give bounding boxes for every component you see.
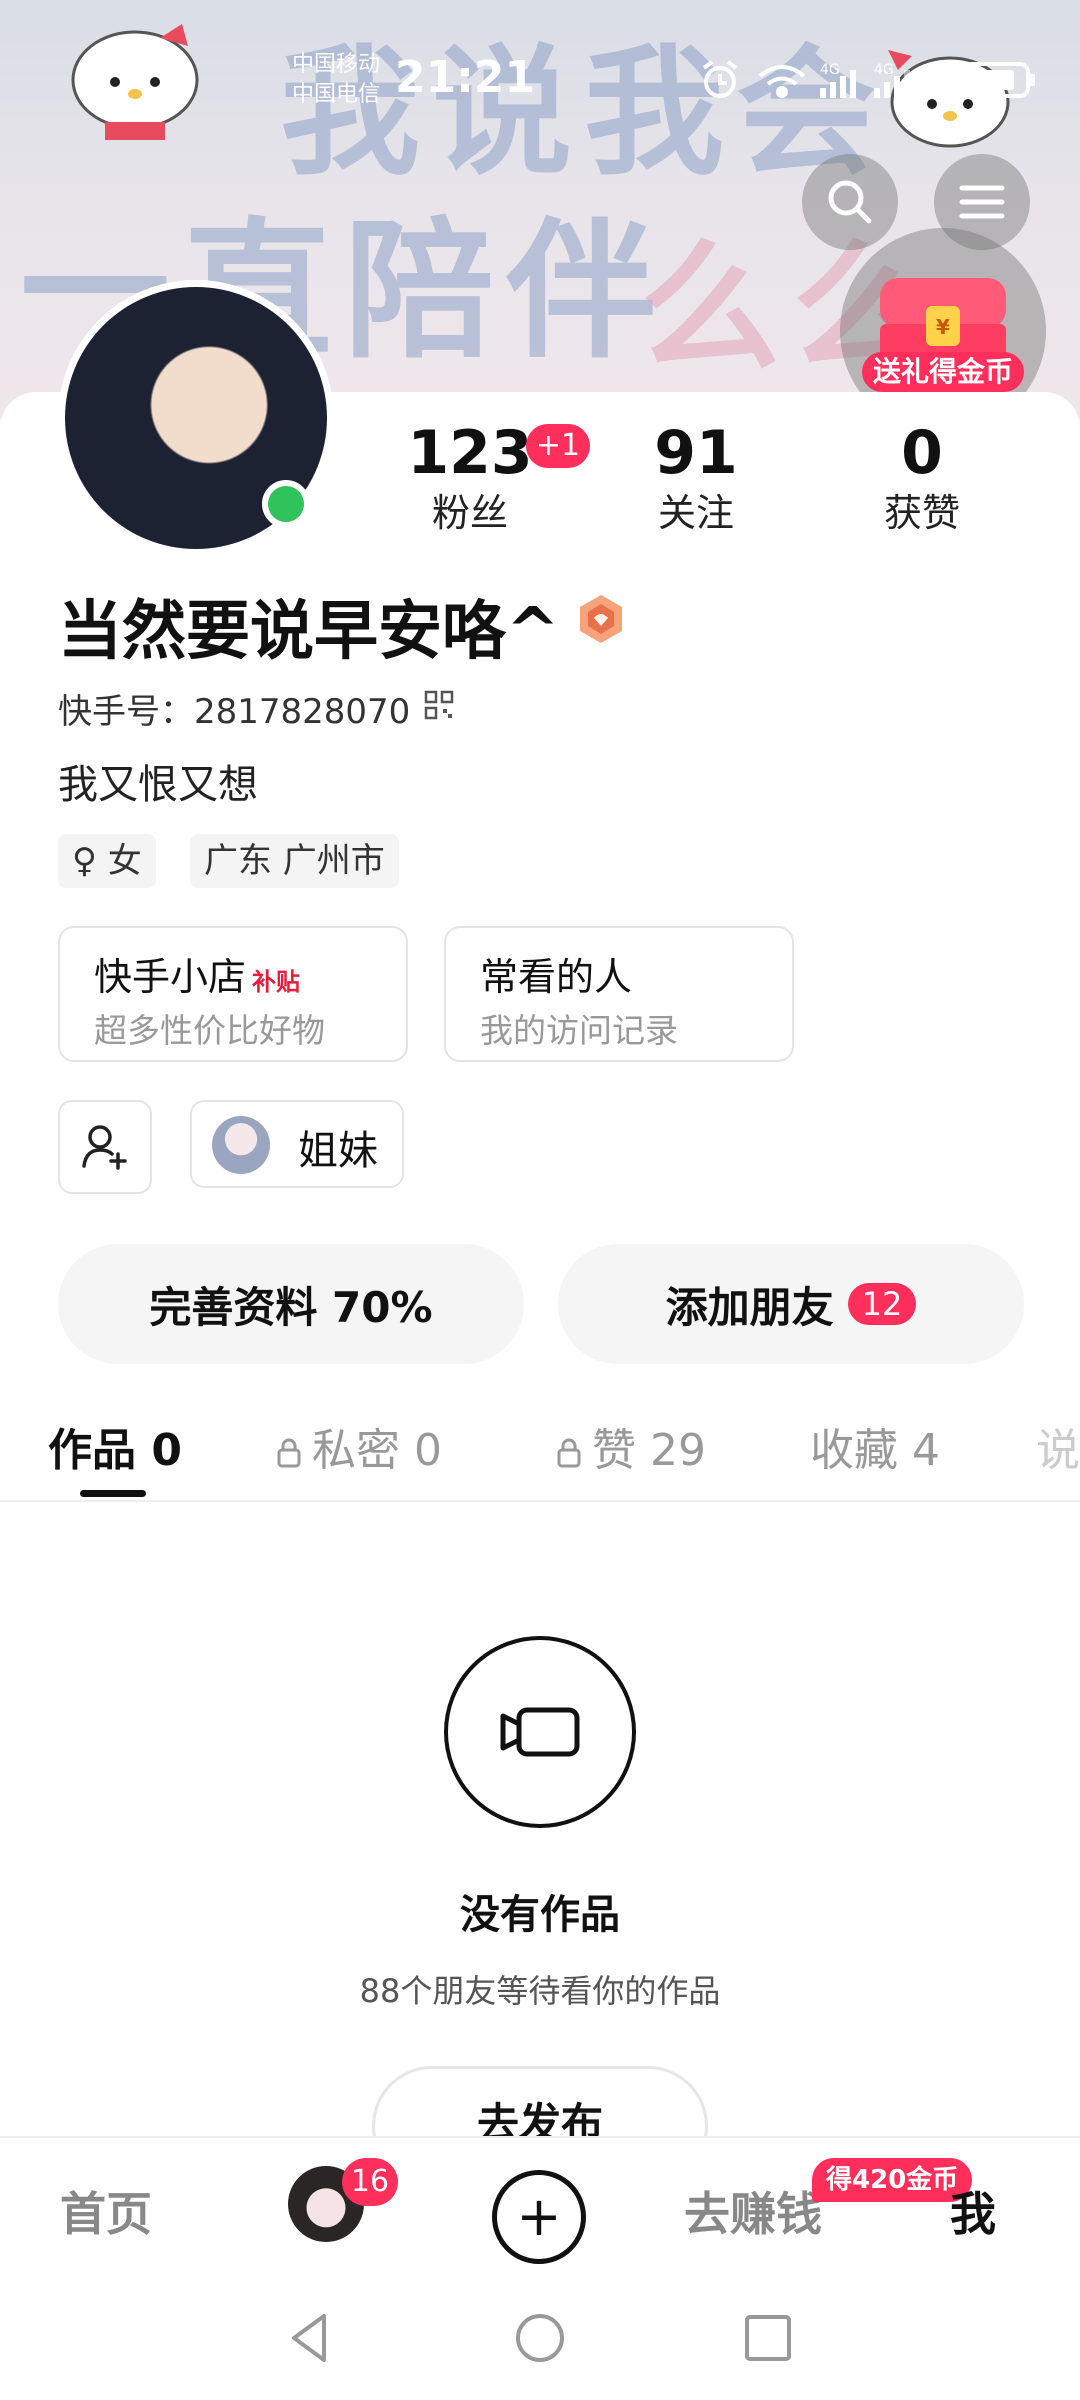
back-triangle-icon[interactable] — [280, 2308, 340, 2368]
wifi-icon — [758, 65, 806, 98]
stat-likes[interactable]: 0 获赞 — [822, 418, 1022, 538]
clock: 21:21 — [395, 52, 536, 103]
bio-text[interactable]: 我又恨又想 — [58, 752, 258, 810]
add-friends-label: 添加朋友 — [665, 1282, 834, 1332]
signal-2-label: 4G — [874, 62, 894, 78]
find-friends-button[interactable] — [58, 1100, 152, 1194]
gift-label[interactable]: 送礼得金币 — [862, 352, 1024, 392]
add-user-icon — [82, 1125, 127, 1170]
stat-likes-value: 0 — [901, 418, 943, 488]
alarm-icon — [702, 60, 738, 98]
qr-code-icon[interactable] — [424, 690, 454, 720]
nav-home[interactable]: 首页 — [60, 2178, 152, 2244]
carrier-1: 中国移动 — [292, 52, 381, 77]
stat-fans-label: 粉丝 — [431, 491, 508, 535]
status-icons: 4G 4G — [702, 60, 1035, 98]
group-avatar — [212, 1116, 270, 1174]
subsidy-tag: 补贴 — [252, 968, 301, 996]
stat-following[interactable]: 91 关注 — [596, 418, 796, 538]
create-button[interactable]: + — [492, 2170, 586, 2264]
tab-favorites[interactable]: 收藏 4 — [810, 1414, 940, 1478]
svg-text:¥: ¥ — [936, 315, 950, 339]
level-badge-icon[interactable] — [574, 592, 628, 646]
battery-icon — [962, 62, 1035, 98]
recents-square-icon[interactable] — [738, 2308, 798, 2368]
complete-profile-button[interactable]: 完善资料 70% — [58, 1244, 524, 1364]
tab-private-label: 私密 0 — [312, 1425, 442, 1476]
gender-tag: ♀ 女 — [58, 834, 156, 888]
nav-friends-badge: 16 — [342, 2158, 398, 2206]
stat-following-value: 91 — [654, 418, 738, 488]
kuaishou-id[interactable]: 快手号：2817828070 — [58, 684, 410, 733]
search-icon — [828, 180, 872, 224]
group-label: 姐妹 — [298, 1128, 378, 1174]
menu-icon — [959, 185, 1005, 219]
earn-coins-badge: 得420金币 — [812, 2158, 973, 2202]
card-visitors-subtitle: 我的访问记录 — [480, 1011, 678, 1050]
card-shop[interactable]: 快手小店 补贴 超多性价比好物 — [58, 926, 408, 1062]
online-status-dot — [262, 480, 310, 528]
carrier-labels: 中国移动 中国电信 — [292, 50, 380, 110]
tab-more[interactable]: 说 — [1036, 1414, 1080, 1478]
add-friends-count-badge: 12 — [847, 1283, 917, 1325]
stat-likes-label: 获赞 — [883, 491, 960, 535]
nav-earn[interactable]: 去赚钱 — [684, 2178, 822, 2244]
stat-following-label: 关注 — [657, 491, 734, 535]
uid-label: 快手号： — [58, 692, 194, 732]
card-visitors-title: 常看的人 — [480, 955, 633, 999]
bottom-navigation: 首页 16 + 去赚钱 得420金币 我 — [0, 2136, 1080, 2278]
empty-state-title: 没有作品 — [460, 1892, 620, 1938]
group-chip-sisters[interactable]: 姐妹 — [190, 1100, 404, 1188]
lock-icon — [277, 1438, 301, 1468]
location-tag: 广东 广州市 — [190, 834, 399, 888]
tab-liked[interactable]: 赞 29 — [556, 1414, 706, 1478]
lock-icon — [557, 1438, 581, 1468]
uid-value: 2817828070 — [194, 692, 411, 732]
active-tab-indicator — [80, 1490, 146, 1497]
empty-state-subtitle: 88个朋友等待看你的作品 — [359, 1972, 721, 2010]
nav-me[interactable]: 我 — [950, 2178, 996, 2244]
card-frequent-visitors[interactable]: 常看的人 我的访问记录 — [444, 926, 794, 1062]
signal-1-label: 4G — [820, 62, 840, 78]
tab-liked-label: 赞 29 — [592, 1425, 706, 1476]
card-shop-subtitle: 超多性价比好物 — [94, 1011, 325, 1050]
tab-works[interactable]: 作品 0 — [48, 1414, 182, 1478]
content-tabs: 作品 0 私密 0 赞 29 收藏 4 说 — [0, 1400, 1080, 1502]
status-bar: 中国移动 中国电信 21:21 4G 4G — [0, 0, 1080, 150]
new-fans-badge: +1 — [526, 424, 590, 468]
empty-works-illustration — [444, 1636, 636, 1828]
video-camera-icon — [500, 1707, 580, 1757]
carrier-2: 中国电信 — [292, 82, 381, 107]
complete-profile-label: 完善资料 70% — [149, 1282, 433, 1332]
home-circle-icon[interactable] — [510, 2308, 570, 2368]
nickname: 当然要说早安咯^ — [58, 595, 560, 669]
system-navigation-bar — [0, 2276, 1080, 2400]
add-friends-button[interactable]: 添加朋友 12 — [558, 1244, 1024, 1364]
card-shop-title: 快手小店 补贴 — [94, 955, 301, 999]
tab-private[interactable]: 私密 0 — [276, 1414, 442, 1478]
